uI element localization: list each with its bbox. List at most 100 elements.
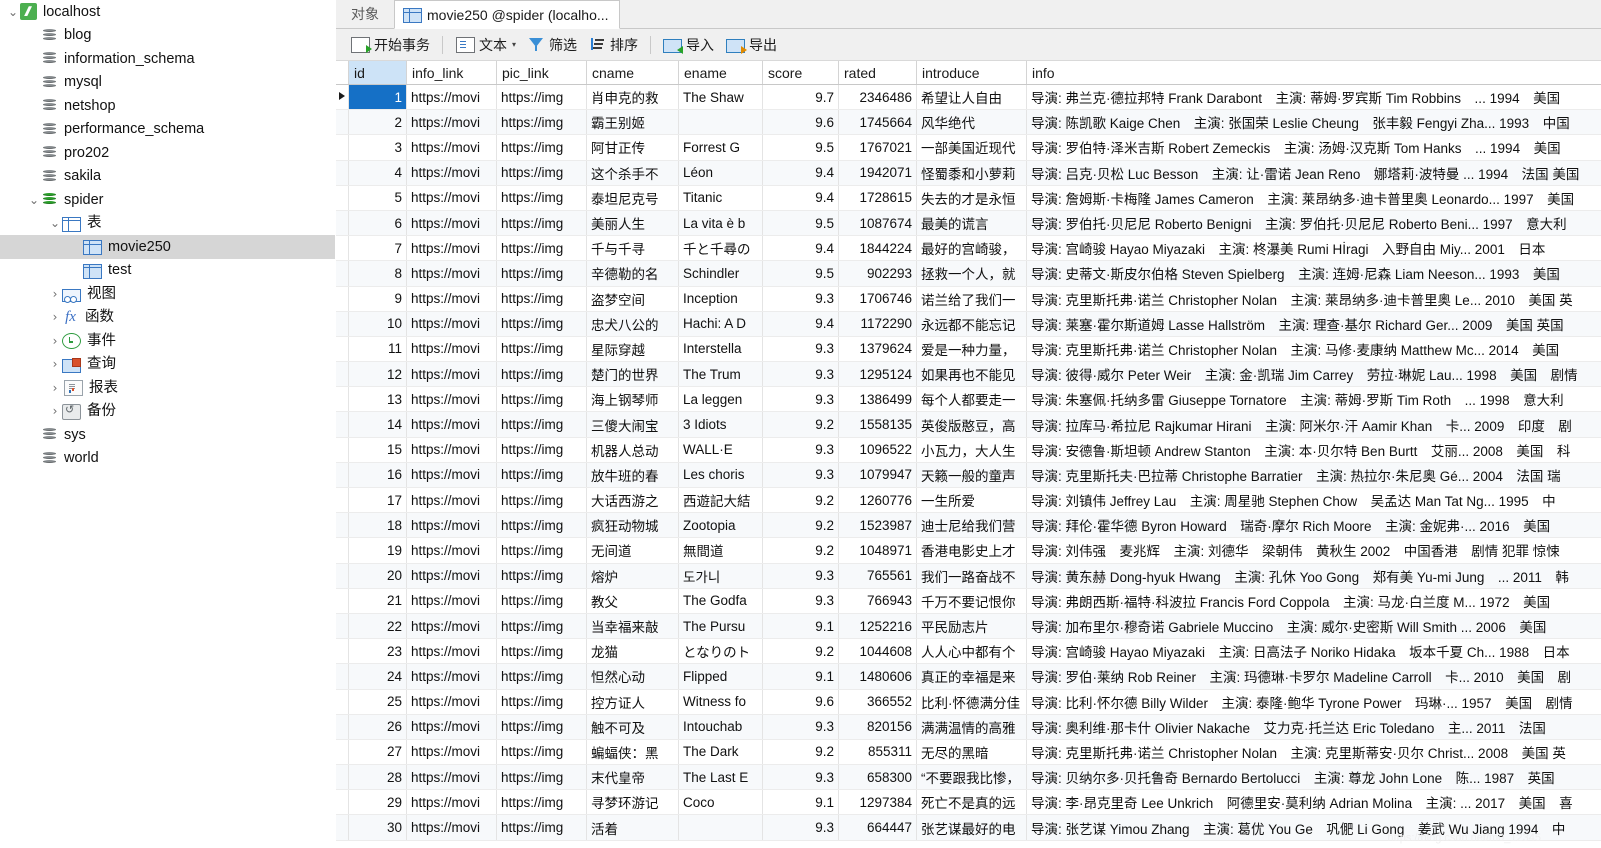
export-button[interactable]: 导出 (720, 33, 783, 57)
column-header-ename[interactable]: ename (678, 61, 763, 85)
connection-tree[interactable]: ⌄ localhost blog information_schema mysql… (0, 0, 335, 470)
cell-pic_link[interactable]: https://img (496, 109, 587, 136)
chevron-down-icon[interactable]: ⌄ (6, 6, 20, 18)
cell-cname[interactable]: 活着 (586, 814, 679, 841)
cell-rated[interactable]: 1260776 (838, 487, 917, 514)
cell-score[interactable]: 9.2 (762, 739, 839, 766)
cell-info_link[interactable]: https://movi (406, 814, 497, 841)
cell-info_link[interactable]: https://movi (406, 336, 497, 363)
cell-id[interactable]: 30 (348, 814, 407, 841)
cell-rated[interactable]: 1172290 (838, 311, 917, 337)
cell-rated[interactable]: 1767021 (838, 134, 917, 161)
cell-score[interactable]: 9.1 (762, 613, 839, 640)
cell-rated[interactable]: 1386499 (838, 386, 917, 413)
cell-pic_link[interactable]: https://img (496, 210, 587, 237)
cell-ename[interactable]: 千と千尋の (678, 235, 763, 262)
cell-pic_link[interactable]: https://img (496, 537, 587, 564)
cell-introduce[interactable]: 永远都不能忘记 (916, 311, 1027, 337)
row-indicator-cell[interactable] (336, 134, 349, 161)
table-row[interactable]: 6 https://movi https://img 美丽人生 La vita è b9… (336, 210, 1601, 237)
cell-pic_link[interactable]: https://img (496, 386, 587, 413)
table-row[interactable]: 21 https://movi https://img 教父 The Godfa 9.3 7… (336, 588, 1601, 614)
cell-cname[interactable]: 疯狂动物城 (586, 512, 679, 539)
table-row[interactable]: 28 https://movi https://img 末代皇帝 The Last E9… (336, 764, 1601, 791)
cell-introduce[interactable]: 满满温情的高雅 (916, 714, 1027, 740)
cell-pic_link[interactable]: https://img (496, 361, 587, 388)
cell-rated[interactable]: 1295124 (838, 361, 917, 388)
table-row[interactable]: 23 https://movi https://img 龙猫 となりのト 9.2 10446… (336, 638, 1601, 665)
row-indicator-cell[interactable] (336, 210, 349, 237)
cell-score[interactable]: 9.5 (762, 134, 839, 161)
cell-id[interactable]: 18 (348, 512, 407, 539)
cell-introduce[interactable]: 迪士尼给我们营 (916, 512, 1027, 539)
cell-rated[interactable]: 1379624 (838, 336, 917, 363)
row-indicator-cell[interactable] (336, 84, 349, 111)
column-header-info_link[interactable]: info_link (406, 61, 497, 85)
cell-score[interactable]: 9.6 (762, 689, 839, 715)
cell-info_link[interactable]: https://movi (406, 613, 497, 640)
cell-introduce[interactable]: 最好的宫崎骏， (916, 235, 1027, 262)
tree-item-performance_schema[interactable]: performance_schema (0, 118, 335, 142)
cell-score[interactable]: 9.4 (762, 311, 839, 337)
cell-rated[interactable]: 1079947 (838, 462, 917, 489)
cell-pic_link[interactable]: https://img (496, 437, 587, 463)
cell-score[interactable]: 9.4 (762, 185, 839, 211)
data-grid[interactable]: id info_link pic_link cname ename score rated i… (336, 61, 1601, 841)
cell-score[interactable]: 9.2 (762, 638, 839, 665)
cell-info[interactable]: 导演: 史蒂文·斯皮尔伯格 Steven Spielberg 主演: 连姆·尼森… (1026, 260, 1601, 287)
grid-body[interactable]: 1 https://movi https://img 肖申克的救 The Shaw 9.7… (336, 84, 1601, 841)
row-indicator-cell[interactable] (336, 286, 349, 312)
row-indicator-cell[interactable] (336, 689, 349, 715)
cell-info_link[interactable]: https://movi (406, 160, 497, 186)
cell-id[interactable]: 5 (348, 185, 407, 211)
cell-cname[interactable]: 大话西游之 (586, 487, 679, 514)
cell-info_link[interactable]: https://movi (406, 286, 497, 312)
cell-id[interactable]: 16 (348, 462, 407, 489)
cell-cname[interactable]: 寻梦环游记 (586, 789, 679, 816)
cell-introduce[interactable]: 真正的幸福是来 (916, 663, 1027, 690)
cell-pic_link[interactable]: https://img (496, 134, 587, 161)
grid-toolbar[interactable]: 开始事务 文本 ▾ 筛选 排序 导入 导出 (336, 29, 1601, 61)
cell-id[interactable]: 27 (348, 739, 407, 766)
table-row[interactable]: 18 https://movi https://img 疯狂动物城 Zootopia 9.… (336, 512, 1601, 539)
cell-pic_link[interactable]: https://img (496, 663, 587, 690)
row-indicator-cell[interactable] (336, 588, 349, 614)
chevron-down-icon[interactable]: ⌄ (27, 194, 41, 206)
cell-pic_link[interactable]: https://img (496, 286, 587, 312)
cell-pic_link[interactable]: https://img (496, 235, 587, 262)
cell-introduce[interactable]: 人人心中都有个 (916, 638, 1027, 665)
cell-ename[interactable]: La leggen (678, 386, 763, 413)
cell-pic_link[interactable]: https://img (496, 311, 587, 337)
cell-info_link[interactable]: https://movi (406, 764, 497, 791)
cell-introduce[interactable]: 希望让人自由 (916, 84, 1027, 111)
cell-ename[interactable]: Flipped (678, 663, 763, 690)
cell-info[interactable]: 导演: 贝纳尔多·贝托鲁奇 Bernardo Bertolucci 主演: 尊龙… (1026, 764, 1601, 791)
cell-cname[interactable]: 千与千寻 (586, 235, 679, 262)
cell-info_link[interactable]: https://movi (406, 437, 497, 463)
cell-rated[interactable]: 2346486 (838, 84, 917, 111)
cell-cname[interactable]: 美丽人生 (586, 210, 679, 237)
row-indicator-cell[interactable] (336, 563, 349, 589)
cell-id[interactable]: 12 (348, 361, 407, 388)
cell-info[interactable]: 导演: 罗伯·莱纳 Rob Reiner 主演: 玛德琳·卡罗尔 Madelin… (1026, 663, 1601, 690)
cell-id[interactable]: 11 (348, 336, 407, 363)
sort-button[interactable]: 排序 (583, 33, 644, 57)
tree-item-[interactable]: › 报表 (0, 376, 335, 400)
cell-introduce[interactable]: 我们一路奋战不 (916, 563, 1027, 589)
cell-introduce[interactable]: 每个人都要走一 (916, 386, 1027, 413)
chevron-right-icon[interactable]: › (48, 335, 62, 347)
cell-id[interactable]: 8 (348, 260, 407, 287)
tree-item-pro202[interactable]: pro202 (0, 141, 335, 165)
cell-introduce[interactable]: 无尽的黑暗 (916, 739, 1027, 766)
cell-cname[interactable]: 当幸福来敲 (586, 613, 679, 640)
row-indicator-cell[interactable] (336, 260, 349, 287)
cell-info_link[interactable]: https://movi (406, 714, 497, 740)
cell-id[interactable]: 15 (348, 437, 407, 463)
cell-info[interactable]: 导演: 詹姆斯·卡梅隆 James Cameron 主演: 莱昂纳多·迪卡普里奥… (1026, 185, 1601, 211)
cell-score[interactable]: 9.7 (762, 84, 839, 111)
cell-cname[interactable]: 放牛班的春 (586, 462, 679, 489)
cell-ename[interactable]: The Shaw (678, 84, 763, 111)
object-tree-sidebar[interactable]: ⌄ localhost blog information_schema mysql… (0, 0, 336, 848)
filter-button[interactable]: 筛选 (522, 33, 583, 57)
cell-id[interactable]: 20 (348, 563, 407, 589)
